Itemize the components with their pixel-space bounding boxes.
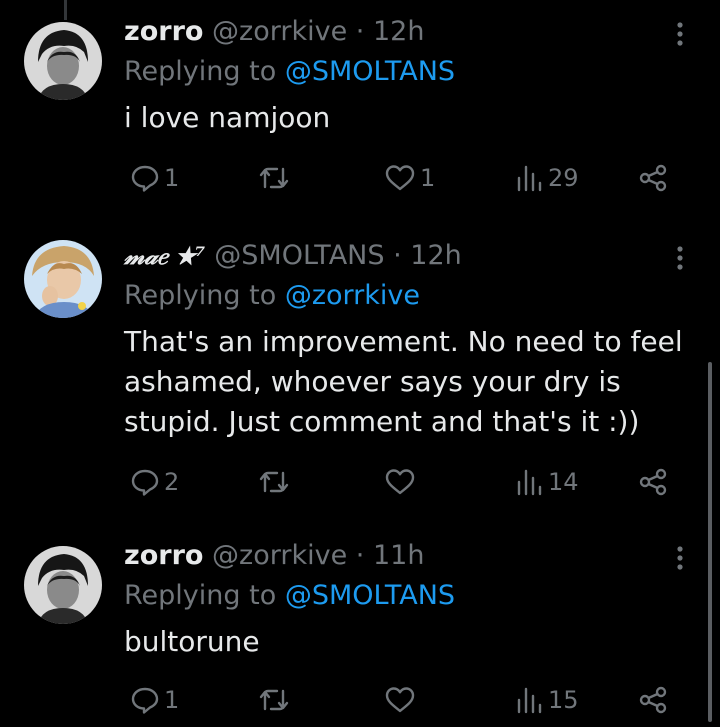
timestamp[interactable]: 12h <box>373 16 424 47</box>
like-icon <box>384 163 416 193</box>
like-button[interactable] <box>384 462 420 502</box>
views-button[interactable]: 29 <box>514 158 579 198</box>
tweet-header: 𝓂𝒶𝑒 ★⁷ @SMOLTANS · 12h <box>124 238 462 274</box>
tweet-header: zorro @zorrkive · 12h <box>124 14 424 50</box>
replying-prefix: Replying to <box>124 280 277 311</box>
separator-dot: · <box>355 540 365 571</box>
share-icon <box>638 467 668 497</box>
timestamp[interactable]: 11h <box>373 540 424 571</box>
retweet-button[interactable] <box>258 462 294 502</box>
reply-icon <box>130 163 160 193</box>
retweet-icon <box>258 163 290 193</box>
views-count: 15 <box>548 686 579 714</box>
separator-dot: · <box>355 16 365 47</box>
retweet-icon <box>258 467 290 497</box>
replying-to-line: Replying to @zorrkive <box>124 278 420 314</box>
scrollbar[interactable] <box>708 362 712 722</box>
mention-link[interactable]: @SMOLTANS <box>285 56 455 87</box>
share-button[interactable] <box>638 462 668 502</box>
reply-icon <box>130 467 160 497</box>
like-icon <box>384 467 416 497</box>
tweet-text: bultorune <box>124 625 260 658</box>
mention-link[interactable]: @zorrkive <box>285 280 420 311</box>
more-icon[interactable] <box>668 244 692 272</box>
replying-to-line: Replying to @SMOLTANS <box>124 54 455 90</box>
display-name[interactable]: 𝓂𝒶𝑒 ★⁷ <box>124 241 206 270</box>
share-icon <box>638 163 668 193</box>
replying-to-line: Replying to @SMOLTANS <box>124 578 455 614</box>
like-icon <box>384 685 416 715</box>
user-handle[interactable]: @zorrkive <box>212 540 347 571</box>
action-bar: 1 1 29 <box>0 158 720 198</box>
action-bar: 2 14 <box>0 462 720 502</box>
replying-prefix: Replying to <box>124 56 277 87</box>
replying-prefix: Replying to <box>124 580 277 611</box>
retweet-icon <box>258 685 290 715</box>
avatar[interactable] <box>24 240 102 318</box>
views-count: 29 <box>548 164 579 192</box>
reply-count: 2 <box>164 468 180 496</box>
share-button[interactable] <box>638 680 668 720</box>
share-icon <box>638 685 668 715</box>
more-icon[interactable] <box>668 20 692 48</box>
reply-count: 1 <box>164 164 180 192</box>
share-button[interactable] <box>638 158 668 198</box>
views-button[interactable]: 14 <box>514 462 579 502</box>
tweet-1[interactable]: zorro @zorrkive · 12h Replying to @SMOLT… <box>0 14 720 204</box>
timestamp[interactable]: 12h <box>410 240 461 271</box>
separator-dot: · <box>393 240 402 271</box>
like-button[interactable] <box>384 680 420 720</box>
views-icon <box>514 467 544 497</box>
tweet-text: i love namjoon <box>124 101 331 134</box>
views-count: 14 <box>548 468 579 496</box>
display-name[interactable]: zorro <box>124 16 203 47</box>
reply-button[interactable]: 1 <box>130 680 179 720</box>
tweet-3[interactable]: zorro @zorrkive · 11h Replying to @SMOLT… <box>0 538 720 727</box>
retweet-button[interactable] <box>258 158 294 198</box>
tweet-text: That's an improvement. No need to feel a… <box>124 325 683 438</box>
reply-button[interactable]: 1 <box>130 158 179 198</box>
avatar[interactable] <box>24 546 102 624</box>
views-icon <box>514 685 544 715</box>
retweet-button[interactable] <box>258 680 294 720</box>
reply-icon <box>130 685 160 715</box>
user-handle[interactable]: @SMOLTANS <box>214 240 384 271</box>
user-handle[interactable]: @zorrkive <box>212 16 347 47</box>
tweet-2[interactable]: 𝓂𝒶𝑒 ★⁷ @SMOLTANS · 12h Replying to @zorr… <box>0 238 720 508</box>
views-icon <box>514 163 544 193</box>
more-icon[interactable] <box>668 544 692 572</box>
action-bar: 1 15 <box>0 680 720 720</box>
avatar[interactable] <box>24 22 102 100</box>
like-button[interactable]: 1 <box>384 158 435 198</box>
reply-button[interactable]: 2 <box>130 462 179 502</box>
display-name[interactable]: zorro <box>124 540 203 571</box>
reply-count: 1 <box>164 686 180 714</box>
like-count: 1 <box>420 164 436 192</box>
tweet-header: zorro @zorrkive · 11h <box>124 538 424 574</box>
mention-link[interactable]: @SMOLTANS <box>285 580 455 611</box>
views-button[interactable]: 15 <box>514 680 579 720</box>
